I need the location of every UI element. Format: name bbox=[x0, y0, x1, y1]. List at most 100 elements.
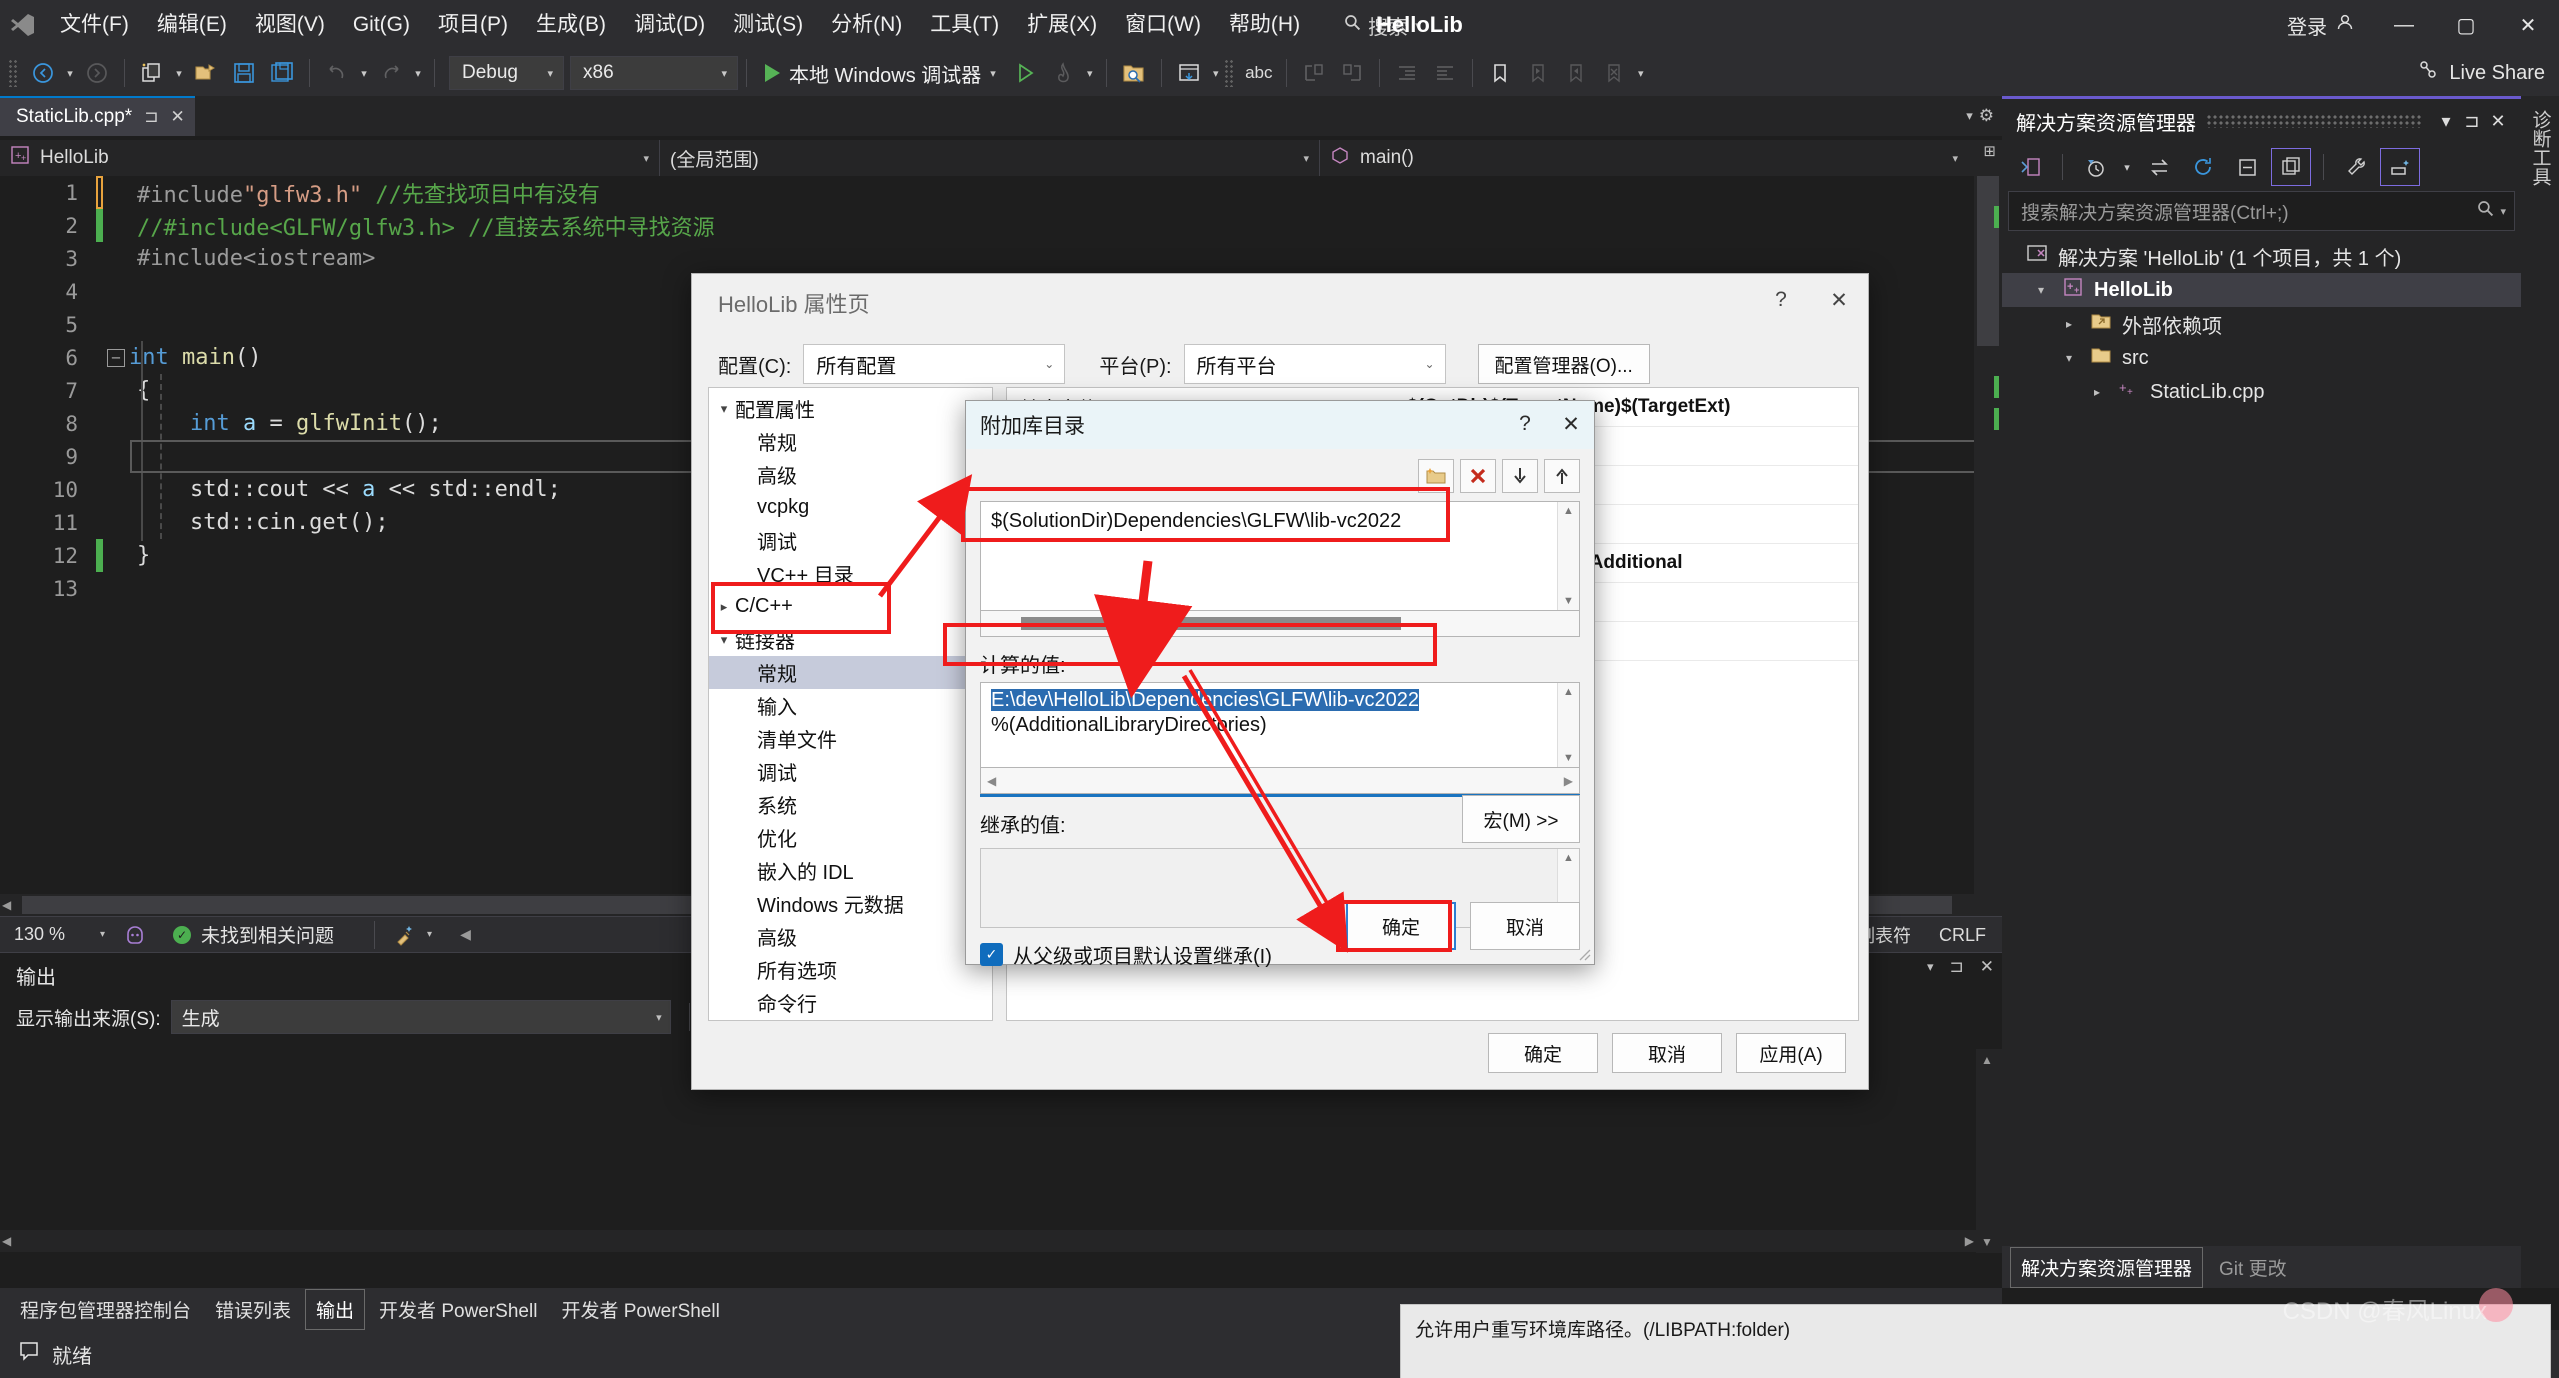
chevron-down-icon[interactable]: ▾ bbox=[1966, 108, 1973, 124]
code-cleanup-icon[interactable] bbox=[383, 923, 427, 947]
close-button[interactable]: ✕ bbox=[2497, 0, 2559, 50]
toggle-bookmark-icon[interactable] bbox=[1481, 54, 1519, 92]
move-down-icon[interactable] bbox=[1502, 459, 1538, 493]
property-tree-row[interactable]: ▸清单工具 bbox=[709, 1019, 992, 1020]
issues-status[interactable]: ✓ 未找到相关问题 bbox=[173, 921, 334, 948]
scroll-up-arrow-icon[interactable]: ▲ bbox=[1563, 686, 1574, 698]
zoom-dropdown-icon[interactable]: ▾ bbox=[100, 929, 115, 940]
save-all-icon[interactable] bbox=[263, 54, 301, 92]
code-line[interactable]: 2 //#include<GLFW/glfw3.h> //直接去系统中寻找资源 bbox=[0, 209, 2002, 242]
property-tree-row[interactable]: 高级 bbox=[709, 920, 992, 953]
tab-solution-explorer[interactable]: 解决方案资源管理器 bbox=[2010, 1246, 2204, 1288]
list-vertical-scrollbar[interactable]: ▲ ▼ bbox=[1557, 502, 1579, 610]
calculated-value-selected[interactable]: E:\dev\HelloLib\Dependencies\GLFW\lib-vc… bbox=[991, 689, 1419, 711]
zoom-level[interactable]: 130 % bbox=[0, 924, 100, 945]
live-share-button[interactable]: Live Share bbox=[2417, 50, 2545, 96]
help-button[interactable]: ? bbox=[1752, 274, 1810, 326]
next-bookmark-icon[interactable] bbox=[1557, 54, 1595, 92]
scroll-up-arrow-icon[interactable]: ▲ bbox=[1563, 505, 1574, 517]
menu-item-test[interactable]: 测试(S) bbox=[719, 0, 817, 50]
scroll-up-arrow-icon[interactable]: ▲ bbox=[1563, 852, 1574, 864]
copilot-icon[interactable] bbox=[115, 924, 155, 946]
save-icon[interactable] bbox=[225, 54, 263, 92]
scroll-left-arrow-icon[interactable]: ◀ bbox=[2, 898, 11, 912]
breadcrumb-project[interactable]: + + HelloLib ▾ bbox=[0, 140, 660, 176]
solution-platform-combo[interactable]: x86 ▾ bbox=[570, 56, 738, 90]
pin-icon[interactable]: ⊐ bbox=[1950, 957, 1964, 977]
solution-tree-row[interactable]: ▸ 外部依赖项 bbox=[2002, 307, 2521, 341]
configuration-manager-button[interactable]: 配置管理器(O)... bbox=[1477, 344, 1650, 384]
solution-root-row[interactable]: 解决方案 'HelloLib' (1 个项目，共 1 个) bbox=[2002, 239, 2521, 273]
help-button[interactable]: ? bbox=[1502, 401, 1548, 447]
spell-check-icon[interactable]: abc bbox=[1240, 54, 1278, 92]
pin-icon[interactable]: ⊐ bbox=[2459, 111, 2485, 132]
preview-selected-items-icon[interactable] bbox=[2380, 148, 2420, 186]
menu-item-project[interactable]: 项目(P) bbox=[424, 0, 522, 50]
tab-git-changes[interactable]: Git 更改 bbox=[2209, 1248, 2297, 1287]
scroll-up-arrow-icon[interactable]: ▲ bbox=[1981, 1053, 1993, 1067]
show-all-files-icon[interactable] bbox=[2271, 148, 2311, 186]
new-folder-icon[interactable] bbox=[1418, 459, 1454, 493]
undo-dropdown-icon[interactable]: ▾ bbox=[356, 54, 372, 92]
scroll-down-arrow-icon[interactable]: ▼ bbox=[1563, 752, 1574, 764]
library-directories-entry[interactable]: $(SolutionDir)Dependencies\GLFW\lib-vc20… bbox=[981, 502, 1579, 541]
drag-handle[interactable] bbox=[2206, 114, 2423, 128]
output-source-combo[interactable]: 生成 ▾ bbox=[170, 1000, 671, 1034]
property-tree-row[interactable]: 优化 bbox=[709, 821, 992, 854]
output-horizontal-scrollbar[interactable]: ◀ ▶ bbox=[0, 1230, 1976, 1252]
chevron-down-icon[interactable]: ▾ bbox=[713, 401, 735, 417]
property-tree-row[interactable]: 输入 bbox=[709, 689, 992, 722]
chevron-down-icon[interactable]: ▾ bbox=[1927, 959, 1934, 975]
redo-dropdown-icon[interactable]: ▾ bbox=[410, 54, 426, 92]
close-icon[interactable]: ✕ bbox=[1980, 957, 1994, 977]
chevron-down-icon[interactable]: ▾ bbox=[2058, 351, 2080, 365]
configuration-combo[interactable]: 所有配置 ⌄ bbox=[803, 344, 1066, 384]
maximize-button[interactable]: ▢ bbox=[2435, 0, 2497, 50]
comment-icon[interactable] bbox=[1295, 54, 1333, 92]
property-tree-row[interactable]: 常规 bbox=[709, 425, 992, 458]
property-tree-row[interactable]: 命令行 bbox=[709, 986, 992, 1019]
close-button[interactable]: ✕ bbox=[1548, 401, 1594, 447]
start-without-debugging-icon[interactable] bbox=[1006, 54, 1044, 92]
list-horizontal-scrollbar[interactable] bbox=[980, 611, 1580, 637]
collapse-all-icon[interactable] bbox=[2227, 148, 2267, 186]
menu-item-debug[interactable]: 调试(D) bbox=[620, 0, 719, 50]
navigate-forward-icon[interactable] bbox=[78, 54, 116, 92]
bottom-tab[interactable]: 开发者 PowerShell bbox=[369, 1290, 547, 1329]
hot-reload-icon[interactable] bbox=[1044, 54, 1082, 92]
chevron-down-icon[interactable]: ▾ bbox=[2433, 111, 2459, 132]
diagnostic-tools-strip[interactable]: 诊断工具 bbox=[2521, 96, 2559, 1288]
solution-tree-row[interactable]: ▾ + + HelloLib bbox=[2002, 273, 2521, 307]
scrollbar-thumb[interactable] bbox=[1977, 176, 1999, 346]
delete-icon[interactable] bbox=[1460, 459, 1496, 493]
menu-item-view[interactable]: 视图(V) bbox=[241, 0, 339, 50]
menu-item-edit[interactable]: 编辑(E) bbox=[143, 0, 241, 50]
previous-bookmark-icon[interactable] bbox=[1519, 54, 1557, 92]
scroll-right-arrow-icon[interactable]: ▶ bbox=[1965, 1234, 1974, 1248]
close-button[interactable]: ✕ bbox=[1810, 274, 1868, 326]
editor-vertical-scrollbar[interactable] bbox=[1974, 176, 2002, 916]
toolbar-grip-2[interactable] bbox=[1223, 59, 1234, 87]
chevron-down-icon[interactable]: ▾ bbox=[713, 632, 735, 648]
tab-staticlib-cpp[interactable]: StaticLib.cpp* ⊐ ✕ bbox=[0, 96, 195, 136]
scroll-down-arrow-icon[interactable]: ▼ bbox=[1981, 1235, 1993, 1249]
login-button[interactable]: 登录 bbox=[2287, 11, 2373, 40]
ok-button[interactable]: 确定 bbox=[1488, 1033, 1598, 1073]
fold-toggle-icon[interactable]: − bbox=[107, 348, 125, 367]
property-tree-row[interactable]: 所有选项 bbox=[709, 953, 992, 986]
chevron-down-icon[interactable]: ▾ bbox=[2030, 283, 2052, 297]
property-tree-row[interactable]: 调试 bbox=[709, 524, 992, 557]
code-line[interactable]: 3 #include<iostream> bbox=[0, 242, 2002, 275]
calculated-vertical-scrollbar[interactable]: ▲ ▼ bbox=[1557, 683, 1579, 767]
undo-icon[interactable] bbox=[318, 54, 356, 92]
property-tree-row[interactable]: VC++ 目录 bbox=[709, 557, 992, 590]
property-tree-row[interactable]: 系统 bbox=[709, 788, 992, 821]
menu-item-build[interactable]: 生成(B) bbox=[522, 0, 620, 50]
clear-bookmarks-icon[interactable] bbox=[1595, 54, 1633, 92]
menu-item-window[interactable]: 窗口(W) bbox=[1111, 0, 1215, 50]
property-tree-row[interactable]: vcpkg bbox=[709, 491, 992, 524]
menu-item-extensions[interactable]: 扩展(X) bbox=[1013, 0, 1111, 50]
split-view-icon[interactable]: ⊞ bbox=[1983, 142, 1996, 160]
new-project-dropdown-icon[interactable]: ▾ bbox=[171, 54, 187, 92]
pending-changes-filter-icon[interactable] bbox=[2075, 148, 2115, 186]
